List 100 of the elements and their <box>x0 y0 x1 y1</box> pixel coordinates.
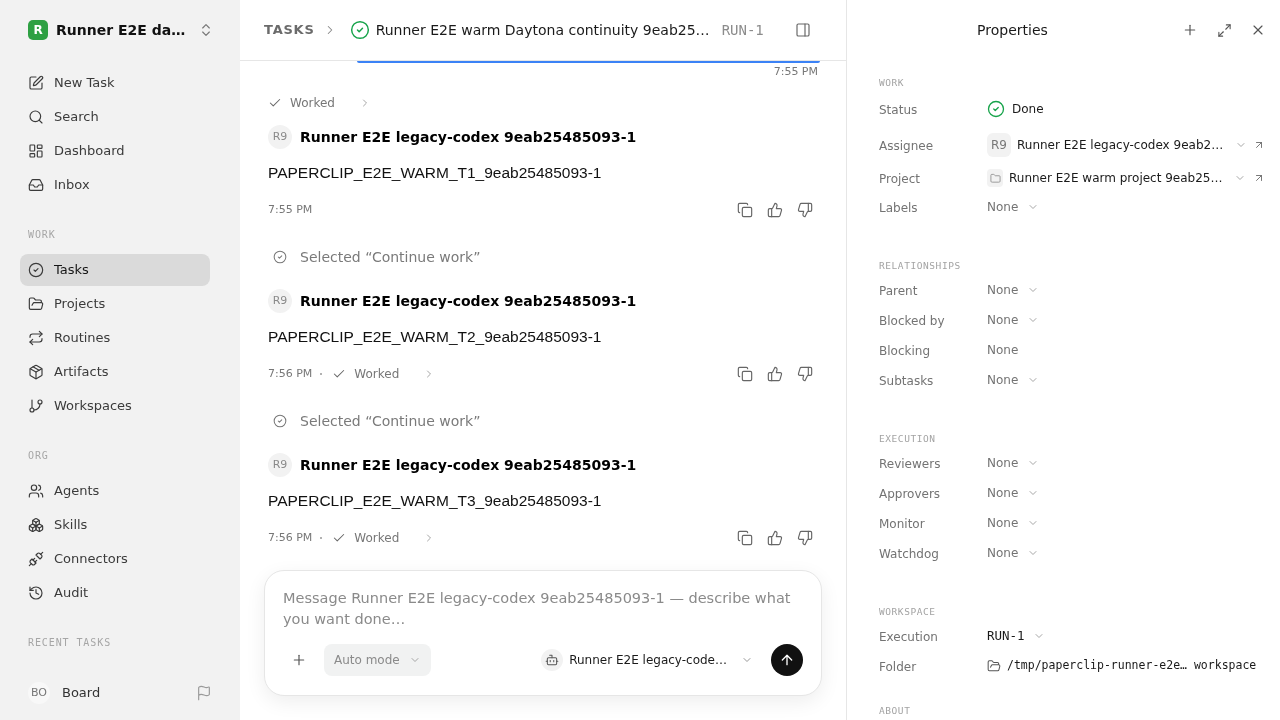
avatar: R9 <box>268 125 292 149</box>
property-label: Status <box>879 103 918 117</box>
nav-item[interactable]: Skills <box>20 509 210 541</box>
assignee-select[interactable]: R9 Runner E2E legacy-codex 9eab2… <box>987 133 1248 157</box>
author-name: Runner E2E legacy-codex 9eab25485093-1 <box>300 127 637 147</box>
user-name: Board <box>62 684 101 703</box>
nav-item[interactable]: Connectors <box>20 543 210 575</box>
nav-item[interactable]: Workspaces <box>20 390 210 422</box>
arrow-up-right-icon <box>1253 139 1265 151</box>
section-label: WORK <box>28 227 56 242</box>
nav-item[interactable]: Routines <box>20 322 210 354</box>
thumbs-up-icon <box>767 530 783 546</box>
dashboard-icon <box>28 143 44 159</box>
box-icon <box>28 364 44 380</box>
open-link[interactable] <box>1253 139 1265 151</box>
property-label: Execution <box>879 630 938 644</box>
repeat-icon <box>28 330 44 346</box>
worked-toggle[interactable]: Worked <box>332 529 436 547</box>
users-icon <box>28 483 44 499</box>
status-select[interactable]: Done <box>987 100 1044 118</box>
workspace-switcher[interactable]: R Runner E2E da… <box>20 0 210 60</box>
property-label: Reviewers <box>879 457 941 471</box>
avatar: R9 <box>268 289 292 313</box>
nav-item[interactable]: Audit <box>20 577 210 609</box>
check-icon <box>332 367 347 381</box>
property-select[interactable]: None <box>987 454 1040 472</box>
thumbs-down-icon <box>797 202 813 218</box>
nav-item[interactable]: Inbox <box>20 169 210 201</box>
message-text: PAPERCLIP_E2E_WARM_T3_9eab25485093-1 <box>268 491 602 512</box>
nav-item[interactable]: Agents <box>20 475 210 507</box>
property-label: Approvers <box>879 487 941 501</box>
timestamp: 7:56 PM <box>268 365 313 382</box>
property-select[interactable]: None <box>987 484 1040 502</box>
boxes-icon <box>28 517 44 533</box>
arrow-up-right-icon <box>1253 172 1265 184</box>
nav-item[interactable]: Tasks <box>20 254 210 286</box>
section-label: RECENT TASKS <box>28 635 112 650</box>
message-input[interactable]: Message Runner E2E legacy-codex 9eab25485093-1 — describe what you want done… <box>283 588 799 630</box>
workspace-logo: R <box>28 20 48 40</box>
composer[interactable]: Message Runner E2E legacy-codex 9eab25485093-1 — describe what you want done… Auto mode Runner E2E legacy-code… <box>264 570 822 696</box>
nav-item[interactable]: Projects <box>20 288 210 320</box>
project-select[interactable]: Runner E2E warm project 9eab25… <box>987 169 1247 187</box>
author-name: Runner E2E legacy-codex 9eab25485093-1 <box>300 291 637 311</box>
section-label: RELATIONSHIPS <box>879 258 961 273</box>
selection-note: Selected “Continue work” <box>300 411 481 431</box>
check-icon <box>332 531 347 545</box>
property-label: Project <box>879 172 921 186</box>
section-label: EXECUTION <box>879 431 936 446</box>
avatar: BO <box>28 682 50 704</box>
history-icon <box>28 585 44 601</box>
folder-open-icon <box>987 659 1001 673</box>
execution-select[interactable]: RUN-1 <box>987 626 1045 646</box>
check-circle-icon <box>273 414 287 428</box>
search-icon <box>28 109 44 125</box>
property-select[interactable]: None <box>987 514 1040 532</box>
property-value: None <box>987 342 1019 359</box>
message-text: PAPERCLIP_E2E_WARM_T2_9eab25485093-1 <box>268 327 602 348</box>
worked-toggle[interactable]: Worked <box>332 365 436 383</box>
property-label: Parent <box>879 284 918 298</box>
copy-icon <box>737 366 753 382</box>
property-select[interactable]: None <box>987 371 1040 389</box>
property-label: Assignee <box>879 139 934 153</box>
section-label: ORG <box>28 448 49 463</box>
nav-item[interactable]: Artifacts <box>20 356 210 388</box>
plus-icon <box>291 652 307 668</box>
section-label: WORK <box>879 75 905 90</box>
pencil-square-icon <box>28 75 44 91</box>
nav-item[interactable]: Search <box>20 101 210 133</box>
task-title: Runner E2E warm Daytona continuity 9eab25… <box>375 20 710 40</box>
nav-item[interactable]: Dashboard <box>20 135 210 167</box>
bot-icon <box>541 649 564 671</box>
property-select[interactable]: None <box>987 311 1040 329</box>
open-link[interactable] <box>1253 172 1265 184</box>
message-text: PAPERCLIP_E2E_WARM_T1_9eab25485093-1 <box>268 163 602 184</box>
check-icon <box>268 96 282 110</box>
breadcrumb-link[interactable]: TASKS <box>264 20 315 40</box>
property-select[interactable]: None <box>987 281 1040 299</box>
property-select[interactable]: None <box>987 544 1040 562</box>
property-label: Blocking <box>879 344 930 358</box>
nav-item[interactable]: New Task <box>20 67 210 99</box>
thumbs-down-icon <box>797 530 813 546</box>
plus-icon <box>1182 22 1198 38</box>
avatar: R9 <box>268 453 292 477</box>
worked-toggle[interactable]: Worked <box>268 89 371 117</box>
plug-icon <box>28 551 44 567</box>
thumbs-down-icon <box>797 366 813 382</box>
folder-icon <box>987 169 1003 187</box>
timestamp: 7:56 PM <box>268 529 313 546</box>
branch-icon <box>28 398 44 414</box>
send-button[interactable] <box>771 644 803 676</box>
folder-path: /tmp/paperclip-runner-e2e… workspace <box>1007 657 1257 675</box>
flag-icon <box>196 685 212 701</box>
folder-icon <box>28 296 44 312</box>
timestamp: 7:55 PM <box>773 63 818 80</box>
panel-toggle-button[interactable] <box>795 22 811 38</box>
agent-select[interactable]: Runner E2E legacy-code… <box>541 649 753 671</box>
section-label: ABOUT <box>879 703 911 718</box>
author-name: Runner E2E legacy-codex 9eab25485093-1 <box>300 455 637 475</box>
property-select[interactable]: None <box>987 198 1040 216</box>
copy-icon <box>737 530 753 546</box>
